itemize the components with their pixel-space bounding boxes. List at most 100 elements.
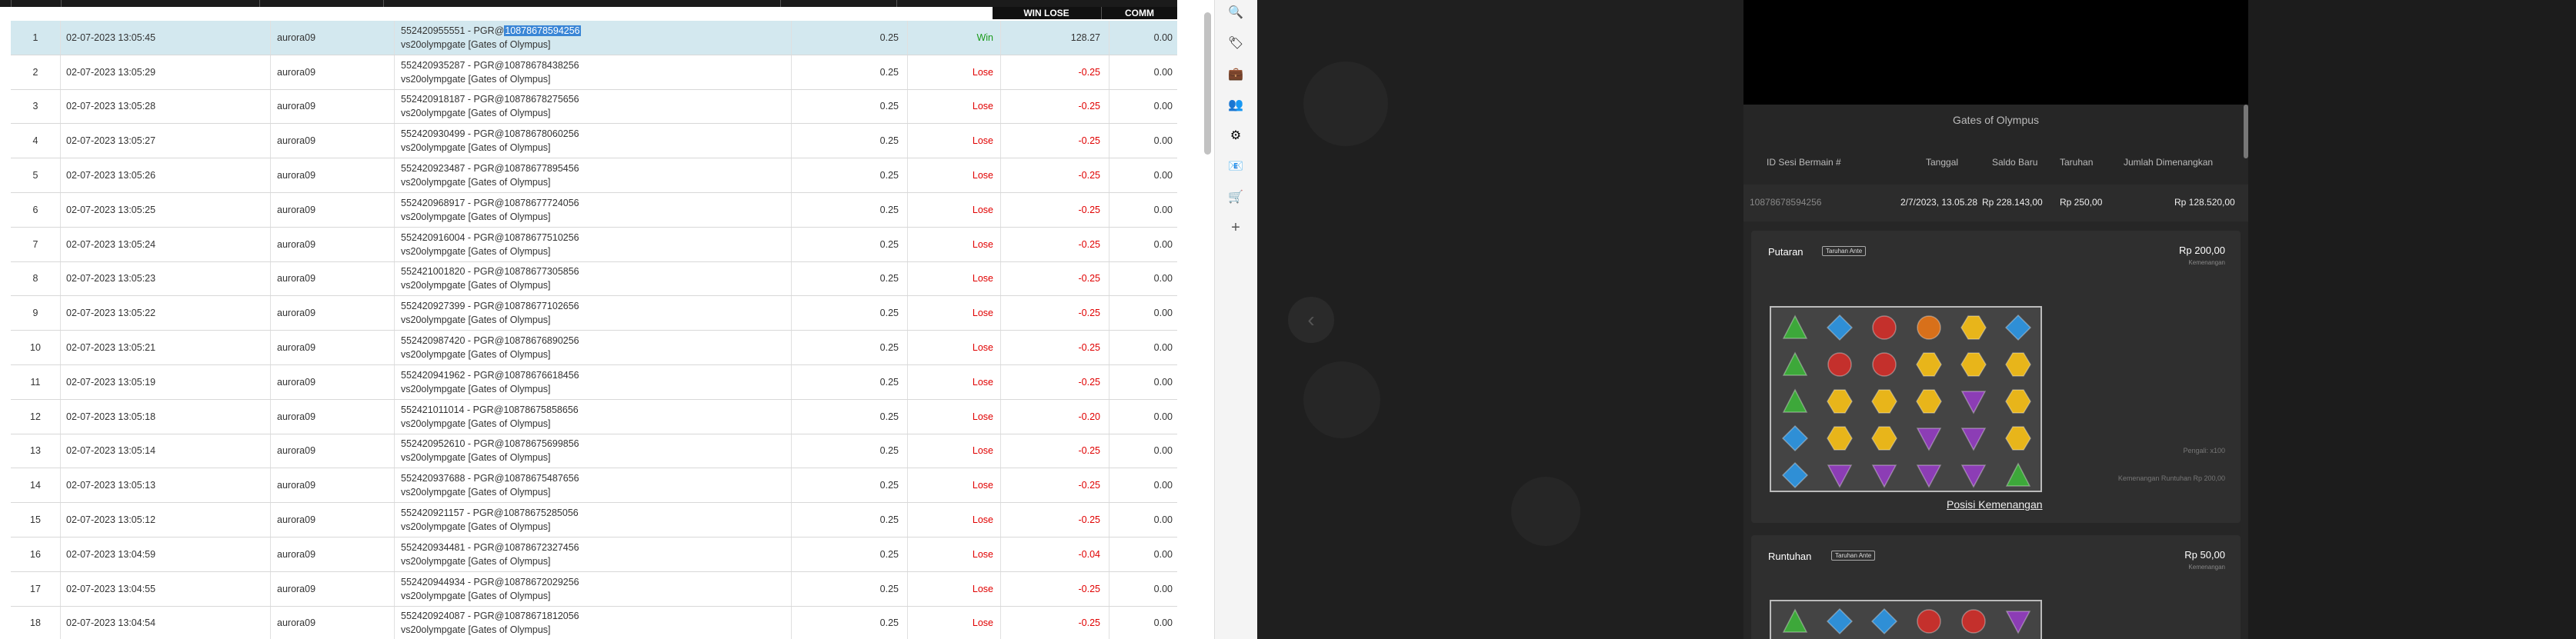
table-row[interactable]: 13 02-07-2023 13:05:14 aurora09 55242095261… bbox=[11, 434, 1177, 469]
tag-icon[interactable]: 🏷 bbox=[1227, 35, 1244, 52]
purple-gem-symbol bbox=[1819, 457, 1860, 494]
row-transaction: 552420968917 - PGR@10878677724056 bbox=[401, 196, 579, 210]
gold-gem-symbol bbox=[1953, 346, 1994, 383]
table-row[interactable]: 11 02-07-2023 13:05:19 aurora09 55242094196… bbox=[11, 364, 1177, 400]
row-bet: 0.25 bbox=[791, 55, 906, 89]
row-game-name: vs20olympgate [Gates of Olympus] bbox=[401, 108, 551, 119]
blue-gem-symbol bbox=[1774, 457, 1816, 494]
row-date: 02-07-2023 13:05:14 bbox=[66, 445, 156, 457]
row-date: 02-07-2023 13:05:22 bbox=[66, 308, 156, 319]
row-commission: 0.00 bbox=[1109, 158, 1177, 192]
row-result: Lose bbox=[907, 89, 999, 124]
table-row[interactable]: 2 02-07-2023 13:05:29 aurora09 552420935287… bbox=[11, 55, 1177, 90]
row-win-lose: -0.25 bbox=[1000, 158, 1108, 192]
row-game-name: vs20olympgate [Gates of Olympus] bbox=[401, 555, 551, 567]
table-row[interactable]: 5 02-07-2023 13:05:26 aurora09 552420923487… bbox=[11, 158, 1177, 193]
round-id[interactable]: 10878677102656 bbox=[504, 301, 579, 311]
bet-value: Rp 250,00 bbox=[2060, 197, 2103, 208]
blue-gem-symbol bbox=[1819, 309, 1860, 346]
round-id[interactable]: 10878677895456 bbox=[504, 163, 579, 174]
people-icon[interactable]: 👥 bbox=[1227, 96, 1244, 113]
row-description: 552420952610 - PGR@10878675699856 vs20oly… bbox=[394, 434, 790, 468]
col-header-win-lose[interactable]: WIN LOSE bbox=[993, 7, 1100, 19]
round-id[interactable]: 10878676890256 bbox=[504, 335, 579, 346]
row-date: 02-07-2023 13:05:29 bbox=[66, 66, 156, 78]
game-title: Gates of Olympus bbox=[1952, 114, 2040, 126]
gear-icon[interactable]: ⚙ bbox=[1227, 127, 1244, 144]
round-id[interactable]: 10878678275656 bbox=[504, 94, 579, 105]
row-number: 11 bbox=[11, 364, 61, 399]
spin-win-amount: Rp 200,00 bbox=[2179, 245, 2225, 256]
table-row[interactable]: 17 02-07-2023 13:04:55 aurora09 55242094493… bbox=[11, 571, 1177, 607]
row-number: 8 bbox=[11, 261, 61, 296]
round-id[interactable]: 10878678060256 bbox=[504, 128, 579, 139]
search-icon[interactable]: 🔍 bbox=[1227, 4, 1244, 21]
cart-icon[interactable]: 🛒 bbox=[1227, 188, 1244, 205]
red-gem-symbol bbox=[1864, 346, 1905, 383]
round-id[interactable]: 10878672029256 bbox=[504, 577, 579, 587]
transaction-id: 552420930499 - PGR@ bbox=[401, 128, 505, 140]
transaction-id: 552420937688 - PGR@ bbox=[401, 473, 505, 484]
row-description: 552420941962 - PGR@10878676618456 vs20oly… bbox=[394, 364, 790, 399]
table-row[interactable]: 9 02-07-2023 13:05:22 aurora09 552420927399… bbox=[11, 296, 1177, 331]
table-row[interactable]: 4 02-07-2023 13:05:27 aurora09 552420930499… bbox=[11, 124, 1177, 159]
blue-gem-symbol bbox=[1774, 420, 1816, 457]
row-result: Lose bbox=[907, 571, 999, 606]
outlook-icon[interactable]: 📧 bbox=[1227, 158, 1244, 175]
gold-gem-symbol bbox=[1908, 383, 1950, 420]
round-id[interactable]: 10878675487656 bbox=[504, 473, 579, 484]
round-id[interactable]: 10878671812056 bbox=[504, 611, 579, 621]
row-win-lose: -0.04 bbox=[1000, 537, 1108, 571]
briefcase-icon[interactable]: 💼 bbox=[1227, 65, 1244, 82]
row-game-name: vs20olympgate [Gates of Olympus] bbox=[401, 38, 551, 50]
reel-grid bbox=[1770, 306, 2042, 492]
round-id[interactable]: 10878672327456 bbox=[504, 542, 579, 553]
round-id[interactable]: 10878675858656 bbox=[503, 404, 578, 415]
row-number: 2 bbox=[11, 55, 61, 89]
table-row[interactable]: 16 02-07-2023 13:04:59 aurora09 55242093448… bbox=[11, 537, 1177, 572]
round-id[interactable]: 10878675285056 bbox=[503, 508, 578, 518]
row-win-lose: -0.25 bbox=[1000, 571, 1108, 606]
round-id[interactable]: 10878675699856 bbox=[504, 438, 579, 449]
row-result: Lose bbox=[907, 434, 999, 468]
row-win-lose: -0.25 bbox=[1000, 89, 1108, 124]
back-chevron-button[interactable]: ‹ bbox=[1288, 297, 1334, 343]
row-transaction: 552420941962 - PGR@10878676618456 bbox=[401, 368, 579, 382]
table-row[interactable]: 8 02-07-2023 13:05:23 aurora09 552421001820… bbox=[11, 261, 1177, 297]
table-row[interactable]: 12 02-07-2023 13:05:18 aurora09 55242101101… bbox=[11, 399, 1177, 434]
transaction-id: 552420918187 - PGR@ bbox=[401, 94, 505, 105]
round-id[interactable]: 10878678438256 bbox=[504, 60, 579, 71]
round-id[interactable]: 10878677305856 bbox=[504, 266, 579, 277]
row-result: Lose bbox=[907, 503, 999, 537]
ante-bet-tag-2: Taruhan Ante bbox=[1831, 551, 1876, 561]
row-username: aurora09 bbox=[270, 89, 393, 124]
table-row[interactable]: 10 02-07-2023 13:05:21 aurora09 55242098742… bbox=[11, 331, 1177, 365]
scrollbar-thumb[interactable] bbox=[1204, 12, 1211, 155]
add-icon[interactable]: + bbox=[1227, 219, 1244, 236]
table-row[interactable]: 3 02-07-2023 13:05:28 aurora09 552420918187… bbox=[11, 89, 1177, 125]
table-row[interactable]: 15 02-07-2023 13:05:12 aurora09 55242092115… bbox=[11, 503, 1177, 537]
row-bet: 0.25 bbox=[791, 158, 906, 192]
winning-positions-link[interactable]: Posisi Kemenangan bbox=[1947, 498, 2043, 511]
row-number: 5 bbox=[11, 158, 61, 192]
row-result: Lose bbox=[907, 468, 999, 503]
row-commission: 0.00 bbox=[1109, 296, 1177, 331]
table-row[interactable]: 1 02-07-2023 13:05:45 aurora09 552420955551… bbox=[11, 21, 1177, 55]
transaction-id: 552421001820 - PGR@ bbox=[401, 266, 505, 278]
table-row[interactable]: 14 02-07-2023 13:05:13 aurora09 55242093768… bbox=[11, 468, 1177, 504]
round-id[interactable]: 10878677724056 bbox=[504, 198, 579, 208]
row-win-lose: -0.25 bbox=[1000, 434, 1108, 468]
round-id[interactable]: 10878676618456 bbox=[504, 370, 579, 381]
table-top-strip bbox=[0, 0, 1177, 7]
round-id[interactable]: 10878678594256 bbox=[504, 25, 581, 36]
col-header-comm[interactable]: COMM bbox=[1101, 7, 1177, 19]
round-id[interactable]: 10878677510256 bbox=[504, 232, 579, 243]
row-transaction: 552420944934 - PGR@10878672029256 bbox=[401, 575, 579, 589]
row-bet: 0.25 bbox=[791, 124, 906, 158]
row-game-name: vs20olympgate [Gates of Olympus] bbox=[401, 142, 551, 154]
table-row[interactable]: 18 02-07-2023 13:04:54 aurora09 55242092408… bbox=[11, 606, 1177, 639]
table-row[interactable]: 6 02-07-2023 13:05:25 aurora09 552420968917… bbox=[11, 192, 1177, 228]
panel-scrollbar[interactable] bbox=[2244, 105, 2248, 158]
row-number: 15 bbox=[11, 503, 61, 537]
table-row[interactable]: 7 02-07-2023 13:05:24 aurora09 552420916004… bbox=[11, 227, 1177, 262]
